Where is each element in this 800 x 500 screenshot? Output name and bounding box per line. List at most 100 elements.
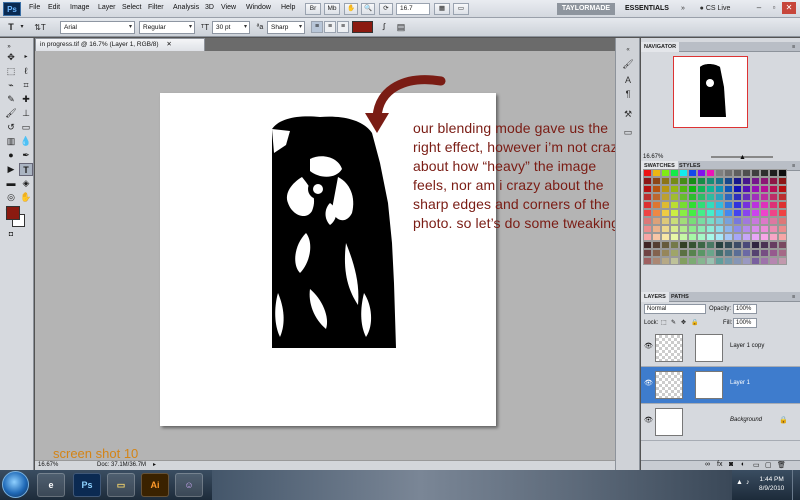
swatch-cell[interactable] xyxy=(679,241,688,249)
swatch-cell[interactable] xyxy=(751,209,760,217)
start-button[interactable] xyxy=(2,471,29,498)
swatch-cell[interactable] xyxy=(769,177,778,185)
swatch-cell[interactable] xyxy=(688,225,697,233)
swatch-cell[interactable] xyxy=(751,217,760,225)
swatch-cell[interactable] xyxy=(769,185,778,193)
swatch-cell[interactable] xyxy=(778,169,787,177)
lock-transparent-icon[interactable]: ⬚ xyxy=(661,318,667,328)
swatches-menu-icon[interactable]: ≡ xyxy=(789,161,798,171)
workspace-essentials[interactable]: ESSENTIALS xyxy=(618,3,676,15)
swatch-cell[interactable] xyxy=(724,249,733,257)
swatch-cell[interactable] xyxy=(751,249,760,257)
swatch-cell[interactable] xyxy=(778,241,787,249)
menu-analysis[interactable]: Analysis xyxy=(173,4,199,11)
swatch-cell[interactable] xyxy=(751,177,760,185)
tool-preset-chevron-icon[interactable]: ▾ xyxy=(18,21,26,34)
antialias-select[interactable]: Sharp xyxy=(267,21,305,34)
swatch-cell[interactable] xyxy=(724,233,733,241)
swatch-cell[interactable] xyxy=(697,249,706,257)
swatch-cell[interactable] xyxy=(715,193,724,201)
maximize-button[interactable]: ▫ xyxy=(767,2,781,14)
swatch-cell[interactable] xyxy=(670,257,679,265)
swatch-cell[interactable] xyxy=(643,185,652,193)
change-text-orientation-icon[interactable]: ⇅T xyxy=(32,21,48,34)
status-doc-size[interactable]: Doc: 37.1M/36.7M xyxy=(97,461,146,470)
swatch-cell[interactable] xyxy=(769,201,778,209)
swatch-cell[interactable] xyxy=(688,257,697,265)
swatch-cell[interactable] xyxy=(652,169,661,177)
menu-view[interactable]: View xyxy=(221,4,236,11)
tab-paths[interactable]: PATHS xyxy=(668,292,692,302)
swatch-cell[interactable] xyxy=(697,177,706,185)
swatch-cell[interactable] xyxy=(679,169,688,177)
menu-image[interactable]: Image xyxy=(70,4,89,11)
minimize-button[interactable]: – xyxy=(752,2,766,14)
swatch-cell[interactable] xyxy=(697,225,706,233)
menu-edit[interactable]: Edit xyxy=(48,4,60,11)
swatch-cell[interactable] xyxy=(760,241,769,249)
navigator-zoom-value[interactable]: 16.67% xyxy=(643,154,663,160)
align-right-button[interactable]: ≡ xyxy=(337,21,349,33)
pen-tool-icon[interactable]: ✒ xyxy=(19,149,33,162)
rotate-view-button[interactable]: ⟳ xyxy=(379,3,393,15)
swatch-cell[interactable] xyxy=(688,217,697,225)
swatch-cell[interactable] xyxy=(670,217,679,225)
new-group-icon[interactable]: ▭ xyxy=(753,461,760,469)
swatch-cell[interactable] xyxy=(661,177,670,185)
layer-visibility-eye-icon[interactable]: 👁 xyxy=(644,380,653,388)
cs-live-button[interactable]: ● CS Live xyxy=(691,3,739,15)
clone-stamp-tool-icon[interactable]: ⊥ xyxy=(19,107,33,120)
swatch-cell[interactable] xyxy=(670,177,679,185)
swatch-cell[interactable] xyxy=(688,193,697,201)
swatch-cell[interactable] xyxy=(688,249,697,257)
swatch-cell[interactable] xyxy=(706,169,715,177)
messenger-taskbar-icon[interactable]: ☺ xyxy=(175,473,203,497)
swatch-cell[interactable] xyxy=(652,257,661,265)
swatch-cell[interactable] xyxy=(697,241,706,249)
swatch-cell[interactable] xyxy=(670,209,679,217)
quick-mask-icon[interactable]: ◘ xyxy=(4,228,18,241)
swatch-cell[interactable] xyxy=(724,217,733,225)
swatch-cell[interactable] xyxy=(742,241,751,249)
brush-panel-icon[interactable]: 🖌 xyxy=(621,58,635,71)
swatch-cell[interactable] xyxy=(697,169,706,177)
type-tool-icon[interactable]: T xyxy=(19,163,33,176)
tab-navigator[interactable]: NAVIGATOR xyxy=(641,42,680,52)
swatch-cell[interactable] xyxy=(706,249,715,257)
swatch-cell[interactable] xyxy=(706,201,715,209)
swatch-cell[interactable] xyxy=(733,217,742,225)
swatch-cell[interactable] xyxy=(652,201,661,209)
swatch-cell[interactable] xyxy=(724,177,733,185)
explorer-taskbar-icon[interactable]: ▭ xyxy=(107,473,135,497)
swatch-cell[interactable] xyxy=(688,201,697,209)
swatch-cell[interactable] xyxy=(661,185,670,193)
swatch-cell[interactable] xyxy=(724,241,733,249)
swatch-cell[interactable] xyxy=(688,185,697,193)
swatch-cell[interactable] xyxy=(715,225,724,233)
swatch-cell[interactable] xyxy=(715,177,724,185)
warp-text-icon[interactable]: ꭍ xyxy=(378,21,390,34)
swatch-cell[interactable] xyxy=(733,201,742,209)
swatch-cell[interactable] xyxy=(661,233,670,241)
brush-tool-icon[interactable]: 🖌 xyxy=(4,107,18,120)
menu-layer[interactable]: Layer xyxy=(98,4,116,11)
align-left-button[interactable]: ≡ xyxy=(311,21,323,33)
swatch-cell[interactable] xyxy=(643,233,652,241)
layer-name[interactable]: Layer 1 xyxy=(730,380,750,386)
font-family-select[interactable]: Arial xyxy=(60,21,135,34)
swatch-cell[interactable] xyxy=(751,201,760,209)
swatch-cell[interactable] xyxy=(760,257,769,265)
swatch-cell[interactable] xyxy=(697,201,706,209)
swatch-cell[interactable] xyxy=(751,257,760,265)
swatch-cell[interactable] xyxy=(670,169,679,177)
lock-position-icon[interactable]: ✥ xyxy=(681,318,686,328)
swatch-cell[interactable] xyxy=(769,241,778,249)
tool-group-icon[interactable]: ▸ xyxy=(19,51,33,64)
layer-row[interactable]: 👁 Background 🔒 xyxy=(641,404,800,441)
photoshop-taskbar-icon[interactable]: Ps xyxy=(73,473,101,497)
swatch-cell[interactable] xyxy=(733,177,742,185)
layer-visibility-eye-icon[interactable]: 👁 xyxy=(644,343,653,351)
swatch-cell[interactable] xyxy=(778,185,787,193)
swatch-cell[interactable] xyxy=(706,217,715,225)
swatch-cell[interactable] xyxy=(778,177,787,185)
